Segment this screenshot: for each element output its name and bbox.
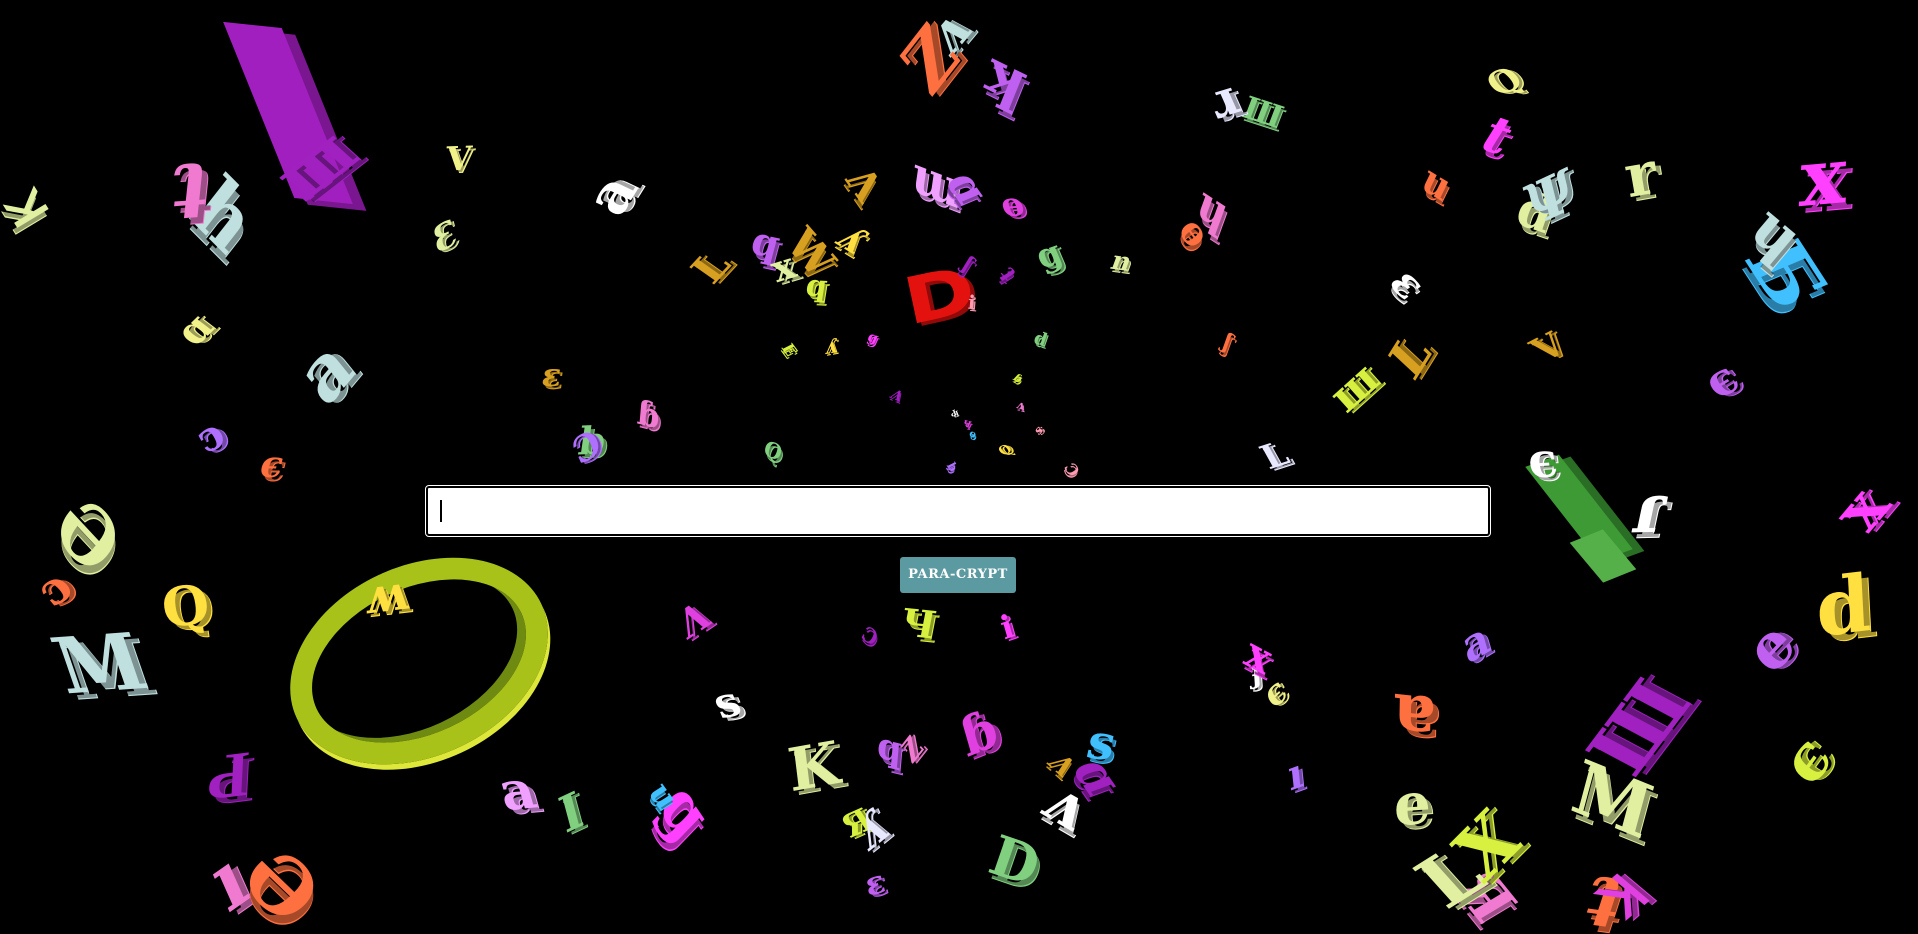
floating-letter: a bbox=[571, 164, 652, 225]
floating-letter: L bbox=[1253, 434, 1297, 478]
floating-letter: Ԑ bbox=[429, 211, 462, 263]
floating-letter: ε bbox=[860, 861, 889, 905]
floating-letter: V bbox=[444, 138, 473, 179]
floating-letter: t bbox=[1469, 105, 1526, 167]
floating-letter: ʃ bbox=[1218, 328, 1237, 356]
floating-letter: Ԁ bbox=[205, 734, 252, 817]
floating-letter: s bbox=[705, 676, 748, 729]
floating-letter: ɓ bbox=[635, 391, 662, 438]
text-caret bbox=[440, 500, 442, 522]
floating-letter: ε bbox=[539, 355, 564, 395]
floating-letter: K bbox=[784, 727, 844, 806]
floating-letter: e bbox=[1394, 768, 1431, 840]
floating-letter: Λ bbox=[886, 387, 907, 405]
floating-letter: є bbox=[255, 441, 290, 487]
floating-letter: u bbox=[1415, 155, 1459, 210]
floating-letter: ε bbox=[1379, 259, 1437, 308]
floating-letter: Q bbox=[995, 442, 1016, 459]
floating-letter: є bbox=[1692, 351, 1750, 409]
floating-letter: Q bbox=[157, 571, 214, 641]
floating-letter: a bbox=[1456, 610, 1495, 676]
floating-letter: L bbox=[681, 242, 741, 292]
floating-letter: Ш bbox=[1237, 90, 1288, 136]
floating-letter: ɾ bbox=[1625, 468, 1674, 550]
floating-letter: ɑ bbox=[165, 305, 224, 354]
floating-letter: e bbox=[1731, 605, 1810, 688]
floating-letter: є bbox=[1767, 720, 1846, 799]
floating-letter: ʞ bbox=[973, 34, 1038, 118]
floating-letter: є bbox=[1524, 432, 1562, 490]
floating-letter: ʎ bbox=[849, 798, 895, 863]
floating-letter: i bbox=[996, 606, 1019, 648]
floating-letter: x bbox=[1797, 129, 1849, 226]
floating-letter: Λ bbox=[836, 157, 891, 211]
floating-letter: Λ bbox=[671, 591, 717, 648]
floating-letter: n bbox=[1106, 246, 1137, 278]
floating-letter: ɹ bbox=[1197, 68, 1249, 130]
floating-letter: E bbox=[777, 340, 802, 360]
floating-letter: g bbox=[1029, 232, 1068, 278]
floating-letter: g bbox=[864, 329, 882, 347]
floating-letter: ɓ bbox=[953, 697, 1005, 770]
floating-letter: Q bbox=[760, 434, 786, 467]
floating-letter: M bbox=[41, 616, 159, 713]
floating-letter: ʌ bbox=[1029, 765, 1104, 844]
floating-letter: x bbox=[1813, 478, 1907, 541]
floating-letter: a bbox=[491, 759, 543, 823]
floating-letter: L bbox=[1378, 320, 1442, 392]
floating-letter: ʎ bbox=[824, 334, 839, 360]
stage: D єtbɐЧЯuƆʍɑaԐLɾЯʎʞZdrШMqqnıeΛεıqΛsʌƏєVD… bbox=[0, 0, 1918, 934]
floating-letter: Ԁ bbox=[949, 408, 959, 420]
floating-letter: ɵ bbox=[994, 184, 1030, 225]
floating-letter: Ч bbox=[896, 599, 941, 648]
floating-letter: ʌ bbox=[1014, 397, 1027, 413]
floating-letter: q bbox=[875, 723, 904, 773]
para-crypt-button[interactable]: PARA-CRYPT bbox=[900, 557, 1016, 593]
green-3d-bar-segment bbox=[1569, 529, 1637, 583]
floating-letter: Ʞ bbox=[0, 181, 60, 238]
floating-letter: ↄ bbox=[187, 408, 233, 464]
floating-letter: r bbox=[1619, 137, 1662, 212]
floating-letters-backdrop: D єtbɐЧЯuƆʍɑaԐLɾЯʎʞZdrШMqqnıeΛεıqΛsʌƏєVD… bbox=[0, 0, 1918, 934]
floating-letter: ɵ bbox=[1170, 208, 1220, 256]
floating-letter: ɐ bbox=[1391, 665, 1436, 749]
search-input[interactable] bbox=[425, 485, 1491, 537]
floating-letter: ʍ bbox=[365, 564, 409, 626]
floating-letter: V bbox=[1522, 325, 1575, 370]
floating-letter: Ɔ bbox=[1059, 459, 1084, 480]
floating-letter: d bbox=[1031, 327, 1050, 352]
floating-letter: I bbox=[553, 780, 589, 846]
floating-letter: a bbox=[282, 318, 369, 424]
floating-letter: ɓ bbox=[1010, 371, 1026, 386]
floating-letter: Q bbox=[1478, 59, 1532, 105]
floating-letter: ɵ bbox=[967, 428, 979, 442]
floating-letter: s bbox=[1031, 422, 1046, 438]
olive-ring-glyph bbox=[256, 517, 582, 805]
floating-letter: є bbox=[1256, 668, 1294, 718]
floating-letter: ʇ bbox=[994, 260, 1025, 285]
floating-letter: ш bbox=[1319, 352, 1389, 423]
floating-letter: Ɔ bbox=[857, 620, 883, 652]
floating-letter: b bbox=[943, 460, 961, 474]
search-box[interactable] bbox=[425, 485, 1491, 537]
floating-letter: D bbox=[981, 822, 1048, 899]
floating-letter: ı bbox=[1285, 747, 1306, 802]
floating-letter: d bbox=[1813, 557, 1873, 656]
